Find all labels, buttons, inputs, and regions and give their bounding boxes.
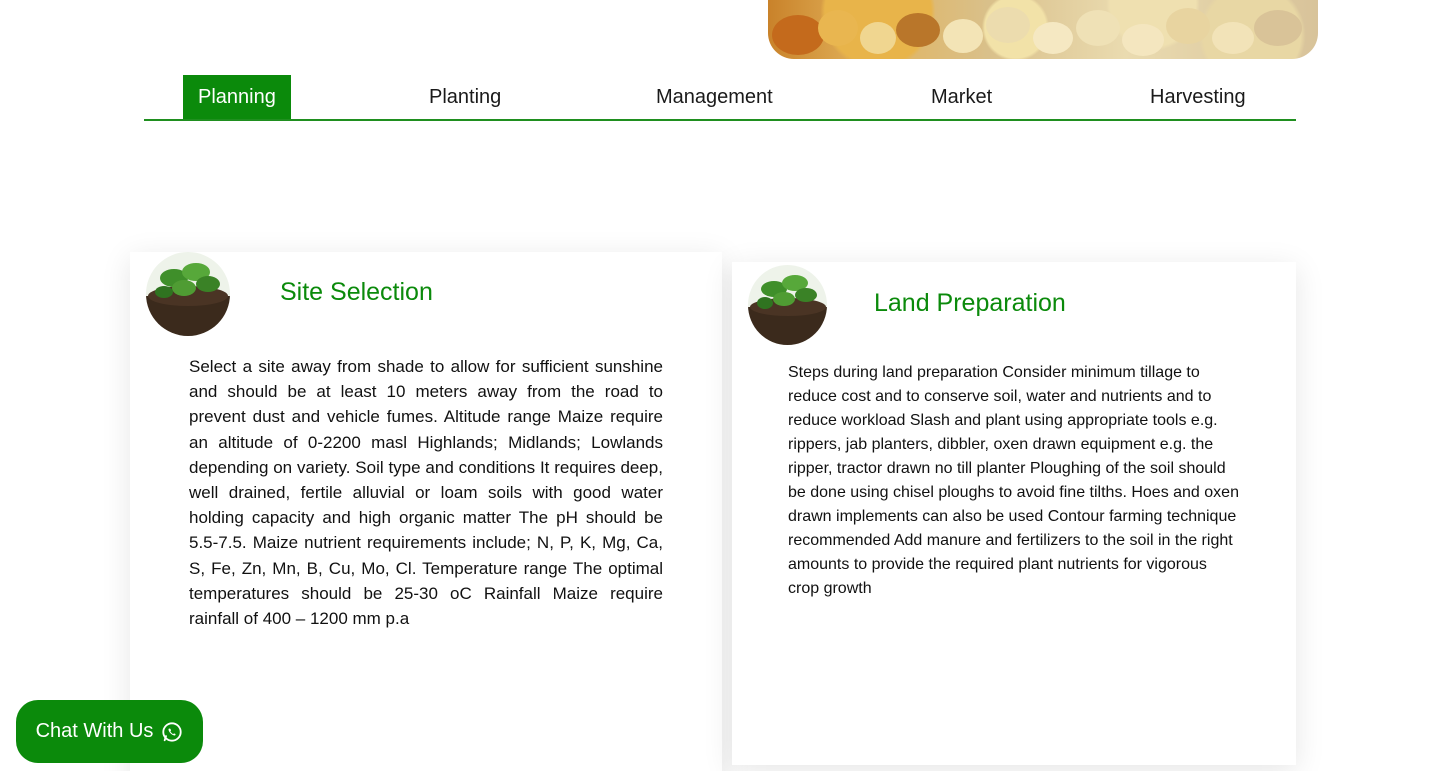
- tab-harvesting[interactable]: Harvesting: [1150, 75, 1246, 119]
- site-selection-card: Site Selection Select a site away from s…: [130, 252, 722, 771]
- card-body: Select a site away from shade to allow f…: [189, 357, 663, 629]
- whatsapp-icon: [161, 721, 183, 743]
- chat-with-us-button[interactable]: Chat With Us: [16, 700, 203, 763]
- land-preparation-card: Land Preparation Steps during land prepa…: [732, 262, 1296, 765]
- chat-button-label: Chat With Us: [35, 720, 154, 742]
- tab-bar: Planning Planting Management Market Harv…: [144, 75, 1296, 121]
- card-title: Site Selection: [280, 278, 433, 306]
- hero-corn-image: [768, 0, 1318, 59]
- plant-soil-image: [146, 252, 230, 336]
- card-title: Land Preparation: [874, 289, 1066, 317]
- plant-soil-image: [748, 265, 827, 345]
- tab-planting[interactable]: Planting: [429, 75, 501, 119]
- page: Planning Planting Management Market Harv…: [0, 0, 1434, 771]
- tab-management[interactable]: Management: [656, 75, 773, 119]
- tab-market[interactable]: Market: [931, 75, 992, 119]
- card-body: Steps during land preparation Consider m…: [788, 364, 1239, 597]
- tab-planning[interactable]: Planning: [183, 75, 291, 119]
